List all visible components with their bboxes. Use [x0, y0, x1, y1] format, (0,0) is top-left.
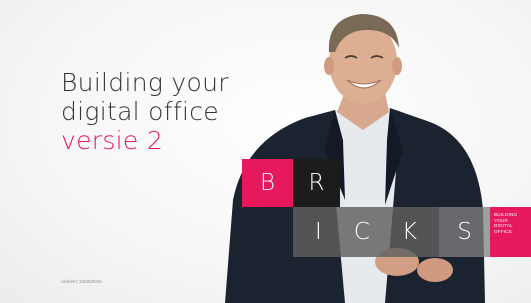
logo-letter-k: K: [401, 219, 417, 245]
logo-letter-i: I: [315, 219, 322, 245]
presenter-photo: [185, 0, 531, 303]
logo-tile-s: S: [439, 207, 490, 257]
logo-tagline: BUILDING YOUR DIGITAL OFFICE: [490, 207, 531, 257]
presentation-slide: Building your digital office versie 2 B …: [0, 0, 531, 303]
tagline-line-4: OFFICE: [494, 228, 513, 234]
logo-letter-r: R: [308, 170, 325, 196]
logo-tile-ick: I C K: [293, 207, 439, 257]
logo-letter-b: B: [259, 170, 276, 196]
slide-date: Arnhem: 24/05/2016: [61, 279, 102, 284]
logo-letter-s: S: [457, 219, 472, 245]
logo-tile-b: B: [242, 159, 293, 207]
logo-letter-c: C: [353, 219, 370, 245]
logo-tile-r: R: [293, 159, 340, 207]
